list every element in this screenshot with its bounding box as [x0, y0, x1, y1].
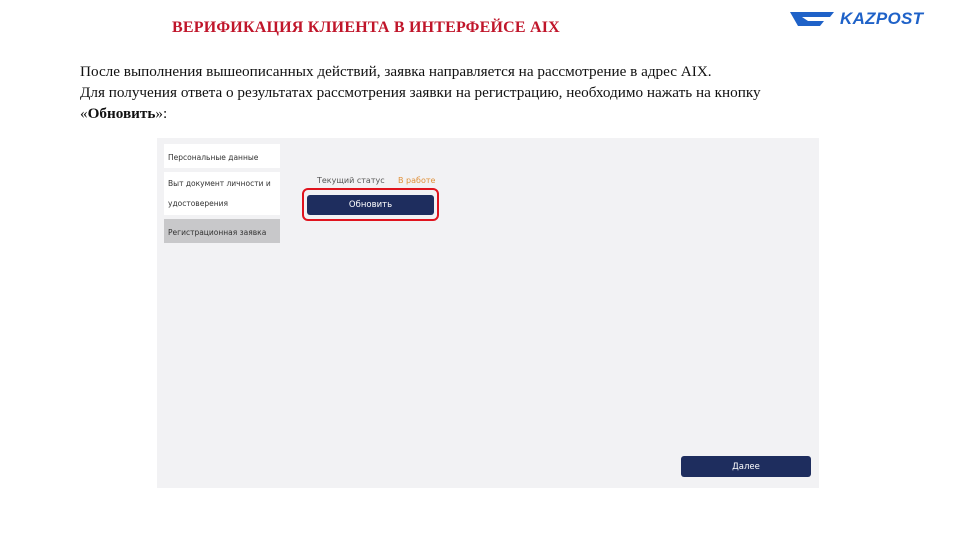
sidebar-item-label-line1: Выт документ личности и: [168, 179, 271, 188]
kazpost-logo-icon: [790, 12, 834, 26]
sidebar-item-registration-request[interactable]: Регистрационная заявка: [164, 219, 280, 243]
sidebar-item-personal-data[interactable]: Персональные данные: [164, 144, 280, 168]
status-value: В работе: [398, 176, 436, 185]
refresh-keyword: Обновить: [87, 105, 156, 122]
slide-title: ВЕРИФИКАЦИЯ КЛИЕНТА В ИНТЕРФЕЙСЕ AIX: [172, 19, 560, 36]
sidebar-item-label: Персональные данные: [168, 153, 259, 162]
status-label: Текущий статус: [317, 176, 385, 185]
sidebar-item-label: Регистрационная заявка: [168, 228, 267, 237]
quote-close: »:: [155, 105, 168, 122]
instruction-text: После выполнения вышеописанных действий,…: [80, 61, 920, 124]
logo-text: KAZPOST: [840, 9, 924, 28]
sidebar-item-identity-document[interactable]: Выт документ личности и удостоверения: [164, 172, 280, 215]
sidebar-item-label-line2: удостоверения: [168, 199, 228, 208]
quote-open: «: [80, 105, 88, 122]
instruction-line-1: После выполнения вышеописанных действий,…: [80, 63, 712, 80]
instruction-line-3: «Обновить»:: [80, 103, 920, 124]
instruction-line-2: Для получения ответа о результатах рассм…: [80, 84, 761, 101]
app-screenshot: Персональные данные Выт документ личност…: [157, 138, 819, 488]
next-button[interactable]: Далее: [681, 456, 811, 477]
kazpost-logo: KAZPOST: [788, 8, 923, 30]
refresh-button[interactable]: Обновить: [307, 195, 434, 215]
